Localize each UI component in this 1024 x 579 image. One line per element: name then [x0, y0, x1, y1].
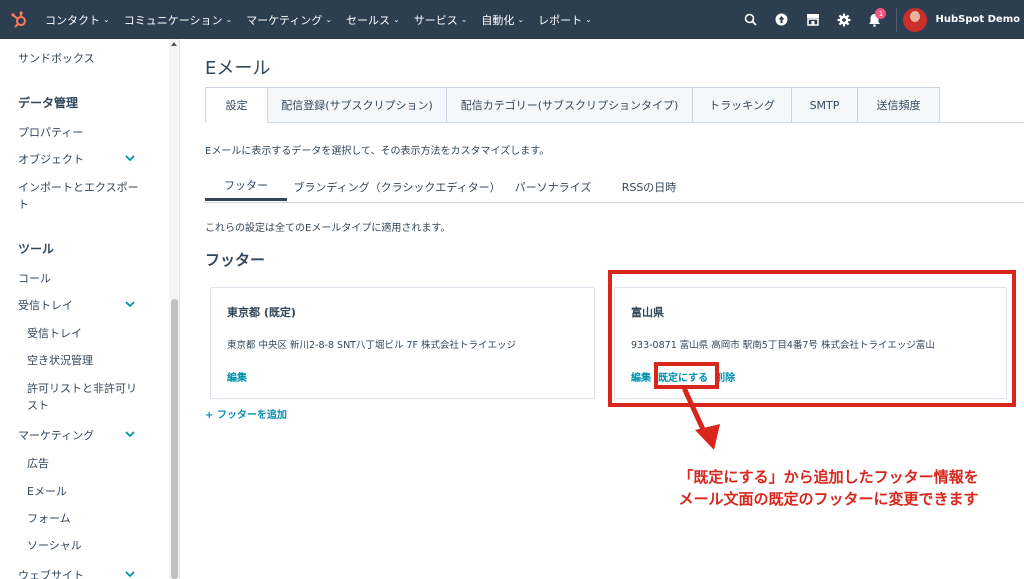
marketplace-icon[interactable]	[797, 0, 828, 39]
notification-count-badge: 1	[875, 8, 887, 19]
add-footer-button[interactable]: + フッターを追加	[205, 406, 287, 421]
chevron-down-icon: ⌄	[225, 15, 233, 24]
chevron-down-icon[interactable]	[125, 429, 135, 439]
nav-conversations[interactable]: コミュニケーション ⌄	[117, 0, 239, 39]
upgrade-icon[interactable]	[766, 0, 797, 39]
subtab-footer[interactable]: フッター	[205, 172, 287, 201]
chevron-down-icon: ⌄	[460, 15, 468, 24]
subtabs-divider	[205, 202, 1024, 203]
settings-tabs: 設定 配信登録(サブスクリプション) 配信カテゴリー(サブスクリプションタイプ)…	[205, 87, 940, 123]
chevron-down-icon[interactable]	[125, 153, 135, 163]
nav-automation[interactable]: 自動化 ⌄	[474, 0, 531, 39]
email-subtabs: フッター ブランディング（クラシックエディター） パーソナライズ RSSの日時	[205, 172, 699, 203]
tab-tracking[interactable]: トラッキング	[693, 87, 792, 123]
notifications-icon[interactable]: 1	[859, 0, 890, 39]
chevron-down-icon[interactable]	[125, 569, 135, 579]
nav-marketing[interactable]: マーケティング ⌄	[239, 0, 339, 39]
sidebar-heading-tools: ツール	[18, 242, 55, 256]
sidebar-item-objects[interactable]: オブジェクト	[18, 151, 84, 167]
sidebar-subitem-allowlist[interactable]: 許可リストと非許可リ	[27, 380, 137, 396]
footer-card-actions: 編集	[227, 369, 247, 384]
account-menu[interactable]: HubSpot Demo	[903, 7, 1024, 32]
nav-label: レポート	[538, 13, 583, 27]
sidebar-item-properties[interactable]: プロパティー	[18, 124, 83, 140]
footer-card-address: 東京都 中央区 新川2-8-8 SNT八丁堀ビル 7F 株式会社トライエッジ	[227, 340, 516, 351]
sidebar-scrollbar[interactable]	[169, 39, 179, 579]
tab-subscriptions[interactable]: 配信登録(サブスクリプション)	[268, 87, 447, 123]
main-nav-menu: コンタクト ⌄ コミュニケーション ⌄ マーケティング ⌄ セールス ⌄ サービス ⌄ 自…	[38, 0, 599, 39]
nav-reports[interactable]: レポート ⌄	[531, 0, 599, 39]
nav-label: サービス	[413, 13, 458, 27]
annotation-callout: 「既定にする」から追加したフッター情報を メール文面の既定のフッターに変更できま…	[646, 466, 1011, 510]
nav-label: コンタクト	[45, 13, 100, 27]
footer-card-title: 東京都 (既定)	[227, 306, 296, 319]
sidebar-item-import-export-cont[interactable]: ト	[18, 196, 29, 212]
page-title: Eメール	[205, 58, 271, 79]
chevron-down-icon: ⌄	[517, 15, 525, 24]
tab-frequency[interactable]: 送信頻度	[858, 87, 940, 123]
subtab-branding[interactable]: ブランディング（クラシックエディター）	[287, 172, 507, 201]
callout-line-2: メール文面の既定のフッターに変更できます	[678, 490, 979, 508]
search-icon[interactable]	[735, 0, 766, 39]
sidebar-subitem-inbox[interactable]: 受信トレイ	[27, 325, 82, 341]
account-name: HubSpot Demo	[935, 14, 1020, 25]
chevron-down-icon: ⌄	[325, 15, 333, 24]
nav-right-tools: 1 HubSpot Demo	[735, 0, 1024, 39]
footer-card-tokyo: 東京都 (既定) 東京都 中央区 新川2-8-8 SNT八丁堀ビル 7F 株式会…	[210, 287, 595, 399]
nav-sales[interactable]: セールス ⌄	[339, 0, 407, 39]
arrow-down-icon	[682, 387, 720, 450]
sidebar-subitem-allowlist-cont[interactable]: スト	[27, 397, 49, 413]
nav-divider	[896, 7, 898, 32]
nav-label: コミュニケーション	[123, 13, 223, 27]
tab-smtp[interactable]: SMTP	[792, 87, 858, 123]
scrollbar-thumb[interactable]	[171, 299, 178, 579]
settings-description: Eメールに表示するデータを選択して、その表示方法をカスタマイズします。	[205, 146, 550, 157]
chevron-down-icon: ⌄	[393, 15, 400, 24]
sidebar-subitem-availability[interactable]: 空き状況管理	[27, 352, 93, 368]
nav-label: 自動化	[481, 13, 515, 27]
nav-service[interactable]: サービス ⌄	[407, 0, 475, 39]
sidebar-item-marketing[interactable]: マーケティング	[18, 427, 94, 443]
sidebar-subitem-social[interactable]: ソーシャル	[27, 537, 82, 553]
settings-note: これらの設定は全てのEメールタイプに適用されます。	[205, 223, 451, 234]
hubspot-logo-icon[interactable]	[0, 0, 38, 39]
scroll-up-arrow-icon[interactable]	[171, 42, 177, 46]
callout-line-1: 「既定にする」から追加したフッター情報を	[678, 468, 979, 486]
subtab-rss-date[interactable]: RSSの日時	[599, 172, 699, 201]
chevron-down-icon[interactable]	[125, 299, 135, 309]
section-title-footer: フッター	[205, 251, 266, 269]
sidebar-heading-data-management: データ管理	[18, 96, 79, 110]
subtab-personalize[interactable]: パーソナライズ	[507, 172, 599, 201]
sidebar-subitem-email[interactable]: Eメール	[27, 483, 67, 499]
nav-label: セールス	[346, 13, 391, 27]
nav-contacts[interactable]: コンタクト ⌄	[38, 0, 117, 39]
sidebar-item-sandbox[interactable]: サンドボックス	[18, 50, 95, 66]
sidebar-item-calls[interactable]: コール	[18, 270, 51, 286]
top-navigation: コンタクト ⌄ コミュニケーション ⌄ マーケティング ⌄ セールス ⌄ サービス ⌄ 自…	[0, 0, 1024, 39]
tab-subscription-types[interactable]: 配信カテゴリー(サブスクリプションタイプ)	[447, 87, 693, 123]
edit-link[interactable]: 編集	[227, 369, 247, 384]
highlight-box-set-default	[654, 362, 719, 389]
tabs-divider	[938, 122, 1024, 123]
settings-icon[interactable]	[828, 0, 859, 39]
sidebar-item-import-export[interactable]: インポートとエクスポー	[18, 179, 139, 195]
settings-sidebar: サンドボックス データ管理 プロパティー オブジェクト インポートとエクスポー …	[0, 39, 180, 579]
sidebar-subitem-ads[interactable]: 広告	[27, 455, 49, 471]
chevron-down-icon: ⌄	[585, 15, 592, 24]
avatar	[903, 7, 928, 32]
sidebar-subitem-forms[interactable]: フォーム	[27, 510, 71, 526]
chevron-down-icon: ⌄	[103, 15, 110, 24]
nav-label: マーケティング	[246, 13, 323, 27]
sidebar-item-website[interactable]: ウェブサイト	[18, 567, 84, 579]
sidebar-item-inbox[interactable]: 受信トレイ	[18, 297, 73, 313]
tab-settings[interactable]: 設定	[205, 87, 268, 123]
